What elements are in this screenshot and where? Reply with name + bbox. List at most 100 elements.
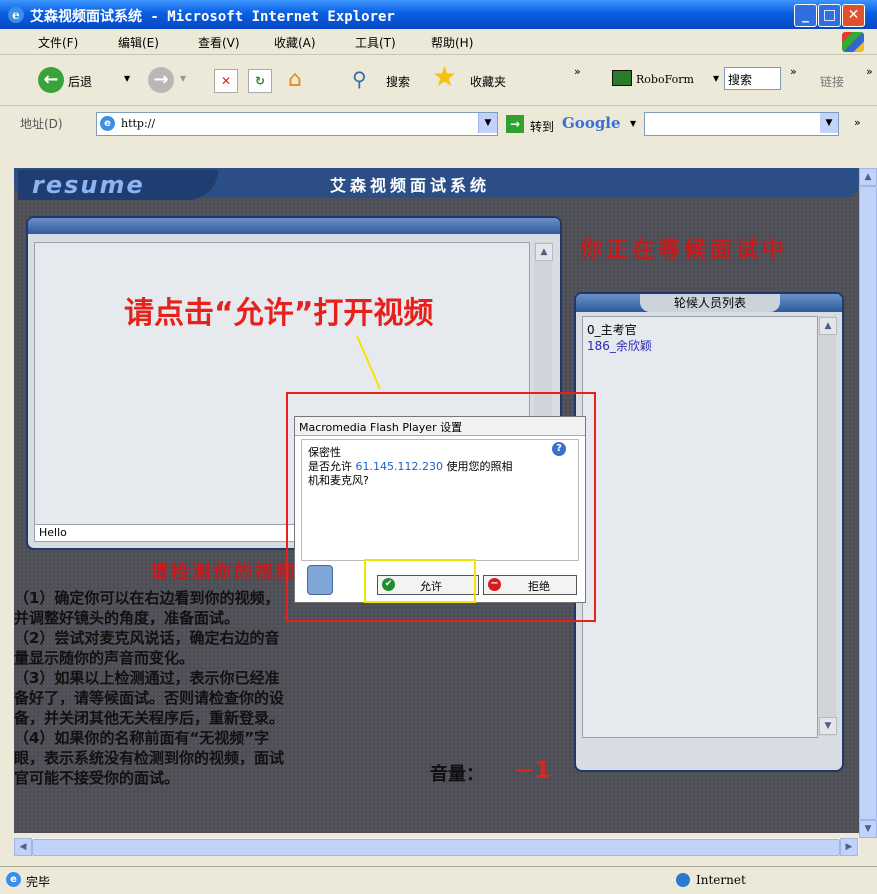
instruction-line: 量显示随你的声音而变化。 [14,649,195,667]
instruction-line: （4）如果你的名称前面有“无视频”字 [14,729,270,747]
instruction-line: 官可能不接受你的面试。 [14,769,180,787]
deny-icon: − [488,578,501,591]
close-button[interactable]: ✕ [842,4,865,27]
ie-icon: e [8,7,24,23]
camera-icon [307,565,333,595]
page-horizontal-scrollbar[interactable]: ◀ ▶ [14,838,859,856]
maximize-button[interactable]: □ [818,4,841,27]
allow-prompt: 请点击“允许”打开视频 [124,296,434,331]
instruction-line: （3）如果以上检测通过，表示你已经准 [14,669,280,687]
roboform-label[interactable]: RoboForm [636,73,694,86]
google-overflow-icon[interactable]: » [854,116,861,129]
roboform-search-input[interactable]: 搜索 [724,67,781,90]
instruction-line: （2）尝试对麦克风说话，确定右边的音 [14,629,280,647]
deny-button[interactable]: − 拒绝 [483,575,577,595]
minimize-button[interactable]: _ [794,4,817,27]
title-bar: e 艾森视频面试系统 - Microsoft Internet Explorer… [0,0,877,29]
video-scroll-up-icon[interactable]: ▲ [535,243,553,261]
waiting-status: 你正在等候面试中 [580,238,789,263]
favorites-button-label[interactable]: 收藏夹 [470,73,506,90]
menu-view[interactable]: 查看(V) [198,34,240,51]
queue-panel: 轮候人员列表 0_主考官 186_余欣颖 ▲ ▼ [574,292,844,772]
dialog-msg-prefix: 是否允许 [308,460,352,473]
volume-label: 音量： [430,764,484,785]
flash-app: resume 艾森视频面试系统 ▲ Hello 请点击“允许”打开视频 你正在等… [14,168,859,833]
video-panel-caption [28,218,560,234]
queue-item[interactable]: 0_主考官 [587,321,637,338]
page-scroll-thumb[interactable] [859,186,877,820]
volume-value: −1 [514,756,551,784]
app-title: 艾森视频面试系统 [330,176,491,195]
deny-button-label: 拒绝 [528,580,550,593]
menu-edit[interactable]: 编辑(E) [118,34,159,51]
page-scroll-down-icon[interactable]: ▼ [859,820,877,838]
page-hscroll-thumb[interactable] [32,839,840,856]
queue-scroll-up-icon[interactable]: ▲ [819,317,837,335]
instruction-line: 备，并关闭其他无关程序后，重新登录。 [14,709,285,727]
instruction-line: 备好了，请等候面试。否则请检查你的设 [14,689,285,707]
page-icon: e [100,116,115,131]
dialog-msg-suffix: 使用您的照相 [442,460,513,473]
dialog-title: Macromedia Flash Player 设置 [299,421,463,434]
search-icon[interactable]: ⚲ [352,67,376,91]
allow-highlight [364,559,476,603]
stop-icon[interactable]: ✕ [214,69,238,93]
page-scroll-right-icon[interactable]: ▶ [840,838,858,856]
go-button-label[interactable]: 转到 [530,118,554,135]
queue-scroll-down-icon[interactable]: ▼ [819,717,837,735]
roboform-dropdown-icon[interactable]: ▼ [713,74,719,83]
forward-arrow-icon[interactable]: → [148,67,174,93]
windows-flag-icon [842,32,864,52]
address-dropdown-icon[interactable]: ▼ [478,113,497,133]
menu-favorites[interactable]: 收藏(A) [274,34,316,51]
dialog-body: 保密性 ? 是否允许 61.145.112.230 使用您的照相 机和麦克风? [301,439,579,561]
address-url: http:// [121,117,156,130]
back-arrow-icon[interactable]: ← [38,67,64,93]
page-vertical-scrollbar[interactable]: ▲ ▼ [859,168,877,838]
video-label: Hello [39,526,67,539]
dialog-section: 保密性 [308,446,341,459]
address-input[interactable]: e http:// ▼ [96,112,498,136]
menu-file[interactable]: 文件(F) [38,34,78,51]
google-search-input[interactable]: ▼ [644,112,839,136]
toolbar: ← 后退 ▼ → ▼ ✕ ↻ ⌂ ⚲ 搜索 ★ 收藏夹 » RoboForm ▼… [0,55,877,106]
dialog-ip: 61.145.112.230 [355,460,443,473]
check-title: 请检测你的视频 [150,562,297,583]
roboform-overflow-icon[interactable]: » [790,65,797,78]
page-scroll-left-icon[interactable]: ◀ [14,838,32,856]
instruction-line: 眼，表示系统没有检测到你的视频，面试 [14,749,285,767]
menu-help[interactable]: 帮助(H) [431,34,473,51]
status-text: 完毕 [26,875,51,889]
google-dropdown-icon[interactable]: ▼ [630,119,636,128]
menu-tools[interactable]: 工具(T) [355,34,396,51]
help-icon[interactable]: ? [552,442,566,456]
status-bar: e 完毕 Internet [0,866,877,894]
address-label: 地址(D) [20,117,63,131]
page-scroll-up-icon[interactable]: ▲ [859,168,877,186]
queue-list: 0_主考官 186_余欣颖 [582,316,818,738]
search-button-label[interactable]: 搜索 [386,73,410,90]
home-icon[interactable]: ⌂ [282,67,308,92]
google-search-dropdown-icon[interactable]: ▼ [820,113,838,133]
dialog-titlebar: Macromedia Flash Player 设置 [295,417,585,436]
roboform-search-text: 搜索 [728,73,753,87]
page-done-icon: e [6,872,21,887]
back-button-label[interactable]: 后退 [68,73,92,90]
roboform-icon [612,70,632,86]
queue-item[interactable]: 186_余欣颖 [587,337,652,354]
pointer-line [356,335,381,390]
resume-logo: resume [32,171,145,199]
zone-label: Internet [696,873,746,887]
go-arrow-icon[interactable]: → [506,115,524,133]
links-label[interactable]: 链接 [820,73,844,90]
queue-scrollbar[interactable]: ▲ ▼ [818,316,837,736]
back-dropdown-icon[interactable]: ▼ [124,74,130,83]
globe-icon [676,873,690,887]
favorites-star-icon[interactable]: ★ [432,63,462,93]
links-overflow-icon[interactable]: » [866,65,873,78]
dialog-msg-line2: 机和麦克风? [308,474,369,487]
refresh-icon[interactable]: ↻ [248,69,272,93]
queue-title-tab: 轮候人员列表 [640,294,780,312]
toolbar-overflow-icon[interactable]: » [574,65,581,78]
forward-dropdown-icon[interactable]: ▼ [180,74,186,83]
